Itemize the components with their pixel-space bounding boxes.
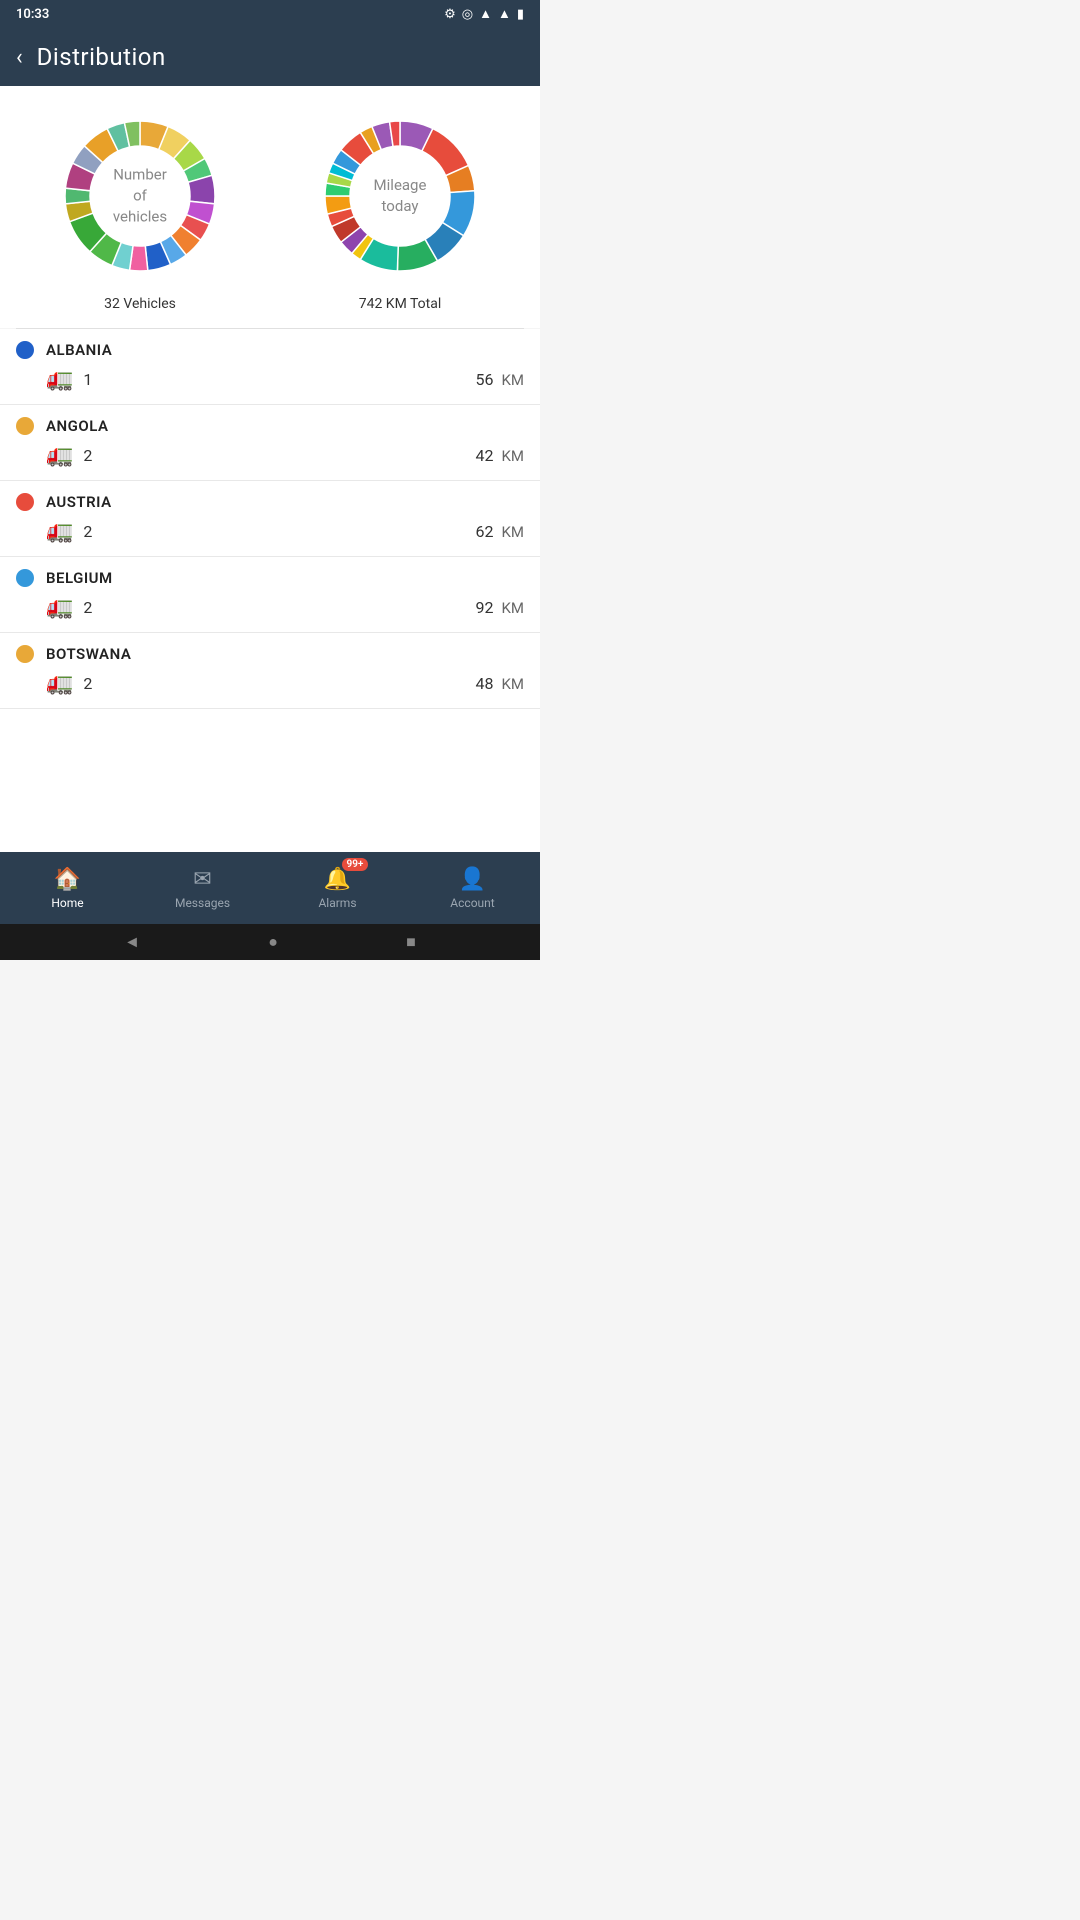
country-color-dot <box>16 645 34 663</box>
bottom-nav: 🏠 Home ✉ Messages 99+ 🔔 Alarms 👤 Account <box>0 852 540 924</box>
back-button[interactable]: ‹ <box>16 45 23 70</box>
vehicle-count: 2 <box>83 522 92 541</box>
country-list: ALBANIA 🚛 1 56 KM ANGOLA 🚛 2 <box>0 329 540 865</box>
mileage-info: 62 KM <box>476 522 525 541</box>
country-detail: 🚛 2 62 KM <box>16 519 524 544</box>
country-color-dot <box>16 569 34 587</box>
home-nav-label: Home <box>51 896 83 910</box>
country-header: ANGOLA <box>16 417 524 435</box>
list-item[interactable]: BELGIUM 🚛 2 92 KM <box>0 557 540 633</box>
country-name: BELGIUM <box>46 569 113 587</box>
vehicles-total: 32 Vehicles <box>104 296 176 312</box>
battery-icon: ▮ <box>517 7 524 22</box>
truck-icon: 🚛 <box>46 367 73 392</box>
signal-icon: ▲ <box>498 6 511 22</box>
header: ‹ Distribution <box>0 28 540 86</box>
country-detail: 🚛 2 42 KM <box>16 443 524 468</box>
mileage-chart-wrapper: Mileagetoday 742 KM Total <box>310 106 490 312</box>
android-back-button[interactable]: ◄ <box>124 932 140 952</box>
country-name: ALBANIA <box>46 341 112 359</box>
country-detail: 🚛 2 48 KM <box>16 671 524 696</box>
settings-icon: ⚙ <box>444 7 456 22</box>
mileage-info: 48 KM <box>476 674 525 693</box>
android-home-button[interactable]: ● <box>268 932 278 952</box>
account-nav-icon: 👤 <box>459 867 486 892</box>
mileage-donut-svg <box>310 106 490 286</box>
truck-icon: 🚛 <box>46 595 73 620</box>
home-nav-icon: 🏠 <box>54 867 81 892</box>
status-time: 10:33 <box>16 7 49 22</box>
truck-icon: 🚛 <box>46 519 73 544</box>
messages-nav-label: Messages <box>175 896 230 910</box>
country-header: AUSTRIA <box>16 493 524 511</box>
truck-icon: 🚛 <box>46 671 73 696</box>
vehicle-detail: 🚛 2 <box>46 519 92 544</box>
nav-item-alarms[interactable]: 99+ 🔔 Alarms <box>270 852 405 924</box>
mileage-unit: KM <box>501 447 524 465</box>
status-icons: ⚙ ◎ ▲ ▲ ▮ <box>444 6 524 22</box>
page-title: Distribution <box>37 43 166 71</box>
list-item[interactable]: AUSTRIA 🚛 2 62 KM <box>0 481 540 557</box>
mileage-unit: KM <box>501 371 524 389</box>
android-recent-button[interactable]: ■ <box>406 932 416 952</box>
status-bar: 10:33 ⚙ ◎ ▲ ▲ ▮ <box>0 0 540 28</box>
nav-item-messages[interactable]: ✉ Messages <box>135 852 270 924</box>
vehicles-chart-wrapper: Numberofvehicles 32 Vehicles <box>50 106 230 312</box>
mileage-value: 48 <box>476 674 494 693</box>
wifi-icon: ▲ <box>479 6 492 22</box>
mileage-unit: KM <box>501 523 524 541</box>
country-name: ANGOLA <box>46 417 108 435</box>
country-name: BOTSWANA <box>46 645 131 663</box>
country-color-dot <box>16 341 34 359</box>
nav-item-account[interactable]: 👤 Account <box>405 852 540 924</box>
mileage-value: 92 <box>476 598 494 617</box>
vehicles-donut-svg <box>50 106 230 286</box>
account-nav-label: Account <box>450 896 494 910</box>
alarm-badge: 99+ <box>342 858 369 871</box>
list-item[interactable]: ALBANIA 🚛 1 56 KM <box>0 329 540 405</box>
country-header: ALBANIA <box>16 341 524 359</box>
mileage-value: 62 <box>476 522 494 541</box>
vehicle-detail: 🚛 2 <box>46 671 92 696</box>
country-header: BELGIUM <box>16 569 524 587</box>
country-color-dot <box>16 493 34 511</box>
nav-item-home[interactable]: 🏠 Home <box>0 852 135 924</box>
mileage-total: 742 KM Total <box>359 296 442 312</box>
vehicle-detail: 🚛 2 <box>46 595 92 620</box>
vehicle-count: 2 <box>83 674 92 693</box>
vehicle-count: 1 <box>83 370 92 389</box>
vehicle-detail: 🚛 2 <box>46 443 92 468</box>
country-name: AUSTRIA <box>46 493 112 511</box>
list-item[interactable]: BOTSWANA 🚛 2 48 KM <box>0 633 540 709</box>
country-detail: 🚛 2 92 KM <box>16 595 524 620</box>
mileage-chart: Mileagetoday <box>310 106 490 286</box>
truck-icon: 🚛 <box>46 443 73 468</box>
mileage-info: 92 KM <box>476 598 525 617</box>
vehicle-count: 2 <box>83 598 92 617</box>
list-item[interactable]: ANGOLA 🚛 2 42 KM <box>0 405 540 481</box>
alarms-nav-label: Alarms <box>318 896 356 910</box>
country-detail: 🚛 1 56 KM <box>16 367 524 392</box>
android-nav-bar: ◄ ● ■ <box>0 924 540 960</box>
mileage-info: 42 KM <box>476 446 525 465</box>
mileage-value: 42 <box>476 446 494 465</box>
circle-icon: ◎ <box>462 7 473 22</box>
country-header: BOTSWANA <box>16 645 524 663</box>
vehicle-detail: 🚛 1 <box>46 367 92 392</box>
country-color-dot <box>16 417 34 435</box>
mileage-unit: KM <box>501 599 524 617</box>
vehicles-chart: Numberofvehicles <box>50 106 230 286</box>
messages-nav-icon: ✉ <box>193 867 211 892</box>
mileage-value: 56 <box>476 370 494 389</box>
mileage-info: 56 KM <box>476 370 525 389</box>
vehicle-count: 2 <box>83 446 92 465</box>
mileage-unit: KM <box>501 675 524 693</box>
charts-area: Numberofvehicles 32 Vehicles Mileagetoda… <box>0 86 540 328</box>
